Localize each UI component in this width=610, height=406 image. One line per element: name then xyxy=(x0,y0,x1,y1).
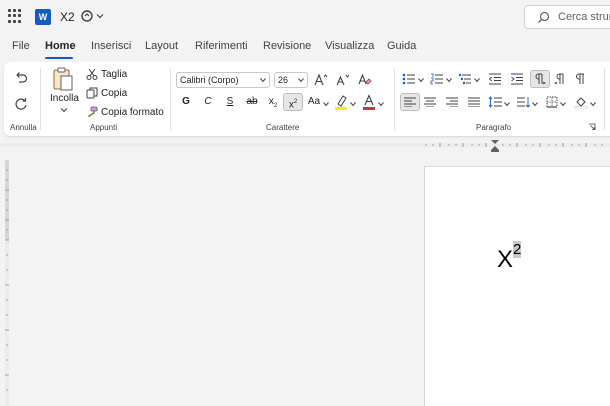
justify-icon[interactable] xyxy=(468,97,480,107)
subscript-button[interactable]: x2 xyxy=(266,96,280,109)
chevron-down-icon[interactable] xyxy=(474,77,480,83)
increase-indent-icon[interactable] xyxy=(510,73,524,85)
base-character[interactable]: X xyxy=(497,246,513,273)
chevron-down-icon[interactable] xyxy=(378,101,384,107)
clear-formatting-icon[interactable] xyxy=(358,73,372,86)
tab-home[interactable]: Home xyxy=(45,40,76,52)
dialog-launcher-icon[interactable] xyxy=(588,123,596,131)
menu-bar: File Home Inserisci Layout Riferimenti R… xyxy=(0,34,610,60)
chevron-down-icon xyxy=(298,78,304,83)
document-title[interactable]: X2 xyxy=(60,10,75,24)
chevron-down-icon[interactable] xyxy=(504,101,510,107)
title-bar: W X2 Cerca strum xyxy=(0,0,610,34)
app-launcher-icon[interactable] xyxy=(8,9,22,23)
highlighter-icon[interactable] xyxy=(334,94,348,110)
tab-layout[interactable]: Layout xyxy=(145,40,178,52)
underline-button[interactable]: S xyxy=(223,96,237,107)
align-center-icon[interactable] xyxy=(424,97,436,107)
right-to-left-icon[interactable] xyxy=(554,73,566,85)
sort-icon[interactable] xyxy=(516,96,530,108)
shrink-font-icon[interactable] xyxy=(336,73,350,86)
align-right-icon[interactable] xyxy=(446,97,458,107)
change-case-button[interactable]: Aa xyxy=(306,96,322,107)
font-size-value: 26 xyxy=(278,75,289,85)
tab-riferimenti[interactable]: Riferimenti xyxy=(195,40,248,52)
chevron-down-icon xyxy=(260,78,266,83)
search-placeholder: Cerca strum xyxy=(558,11,610,23)
format-painter-button[interactable]: Copia formato xyxy=(101,107,164,118)
chevron-down-icon[interactable] xyxy=(560,101,566,107)
search-box[interactable]: Cerca strum xyxy=(524,5,610,29)
chevron-down-icon[interactable] xyxy=(590,101,596,107)
format-painter-icon[interactable] xyxy=(86,106,98,118)
borders-icon[interactable] xyxy=(546,96,558,108)
document-body-text[interactable]: X2 xyxy=(497,241,522,274)
copy-icon[interactable] xyxy=(86,87,98,99)
font-size-select[interactable]: 26 xyxy=(274,72,308,88)
group-label-appunti: Appunti xyxy=(90,123,118,132)
undo-icon[interactable] xyxy=(14,70,28,84)
chevron-down-icon[interactable] xyxy=(532,101,538,107)
font-name-value: Calibri (Corpo) xyxy=(180,75,239,85)
strikethrough-button[interactable]: ab xyxy=(244,96,260,107)
chevron-down-icon[interactable] xyxy=(350,101,356,107)
superscript-character-selected[interactable]: 2 xyxy=(513,241,522,258)
align-left-button[interactable] xyxy=(400,93,420,111)
group-label-annulla: Annulla xyxy=(10,123,37,132)
ribbon: Annulla Incolla Taglia Copia Copia forma… xyxy=(4,62,610,136)
group-divider xyxy=(604,68,605,130)
tab-revisione[interactable]: Revisione xyxy=(263,40,311,52)
tab-inserisci[interactable]: Inserisci xyxy=(91,40,131,52)
search-icon xyxy=(538,11,550,23)
font-name-select[interactable]: Calibri (Corpo) xyxy=(176,72,270,88)
group-divider xyxy=(40,68,41,130)
chevron-down-icon[interactable] xyxy=(418,77,424,83)
grow-font-icon[interactable] xyxy=(314,73,328,86)
cut-button[interactable]: Taglia xyxy=(101,69,127,80)
shading-icon[interactable] xyxy=(574,95,588,109)
italic-button[interactable]: C xyxy=(201,96,215,107)
paste-icon[interactable] xyxy=(52,66,74,92)
scissors-icon[interactable] xyxy=(86,68,98,80)
horizontal-ruler[interactable] xyxy=(0,138,610,152)
paste-options-chevron-icon[interactable] xyxy=(60,106,68,114)
pilcrow-icon[interactable] xyxy=(574,73,586,85)
paste-button-label[interactable]: Incolla xyxy=(50,93,79,104)
bold-button[interactable]: G xyxy=(179,96,193,107)
word-logo-icon: W xyxy=(35,9,51,25)
document-page[interactable]: X2 xyxy=(424,166,610,406)
numbered-list-icon[interactable] xyxy=(430,73,444,85)
ltr-text-button[interactable] xyxy=(530,70,550,88)
bullet-list-icon[interactable] xyxy=(402,73,416,85)
decrease-indent-icon[interactable] xyxy=(488,73,502,85)
vertical-ruler[interactable] xyxy=(0,160,14,406)
active-tab-indicator xyxy=(45,57,73,59)
group-label-carattere: Carattere xyxy=(266,123,300,132)
chevron-down-icon[interactable] xyxy=(446,77,452,83)
font-color-icon[interactable] xyxy=(362,94,376,110)
tab-visualizza[interactable]: Visualizza xyxy=(325,40,374,52)
align-left-icon xyxy=(404,97,416,107)
left-to-right-icon xyxy=(535,73,546,85)
chevron-down-icon[interactable] xyxy=(323,101,329,107)
chevron-down-icon[interactable] xyxy=(96,12,104,20)
copy-button[interactable]: Copia xyxy=(101,88,127,99)
tab-guida[interactable]: Guida xyxy=(387,40,416,52)
superscript-button[interactable]: x2 xyxy=(283,93,303,111)
redo-icon[interactable] xyxy=(14,97,28,111)
group-divider xyxy=(394,68,395,130)
cloud-sync-icon[interactable] xyxy=(80,10,94,22)
tab-file[interactable]: File xyxy=(12,40,30,52)
multilevel-list-icon[interactable] xyxy=(458,73,472,85)
line-spacing-icon[interactable] xyxy=(488,96,502,108)
group-label-paragrafo: Paragrafo xyxy=(476,123,512,132)
group-divider xyxy=(170,68,171,130)
